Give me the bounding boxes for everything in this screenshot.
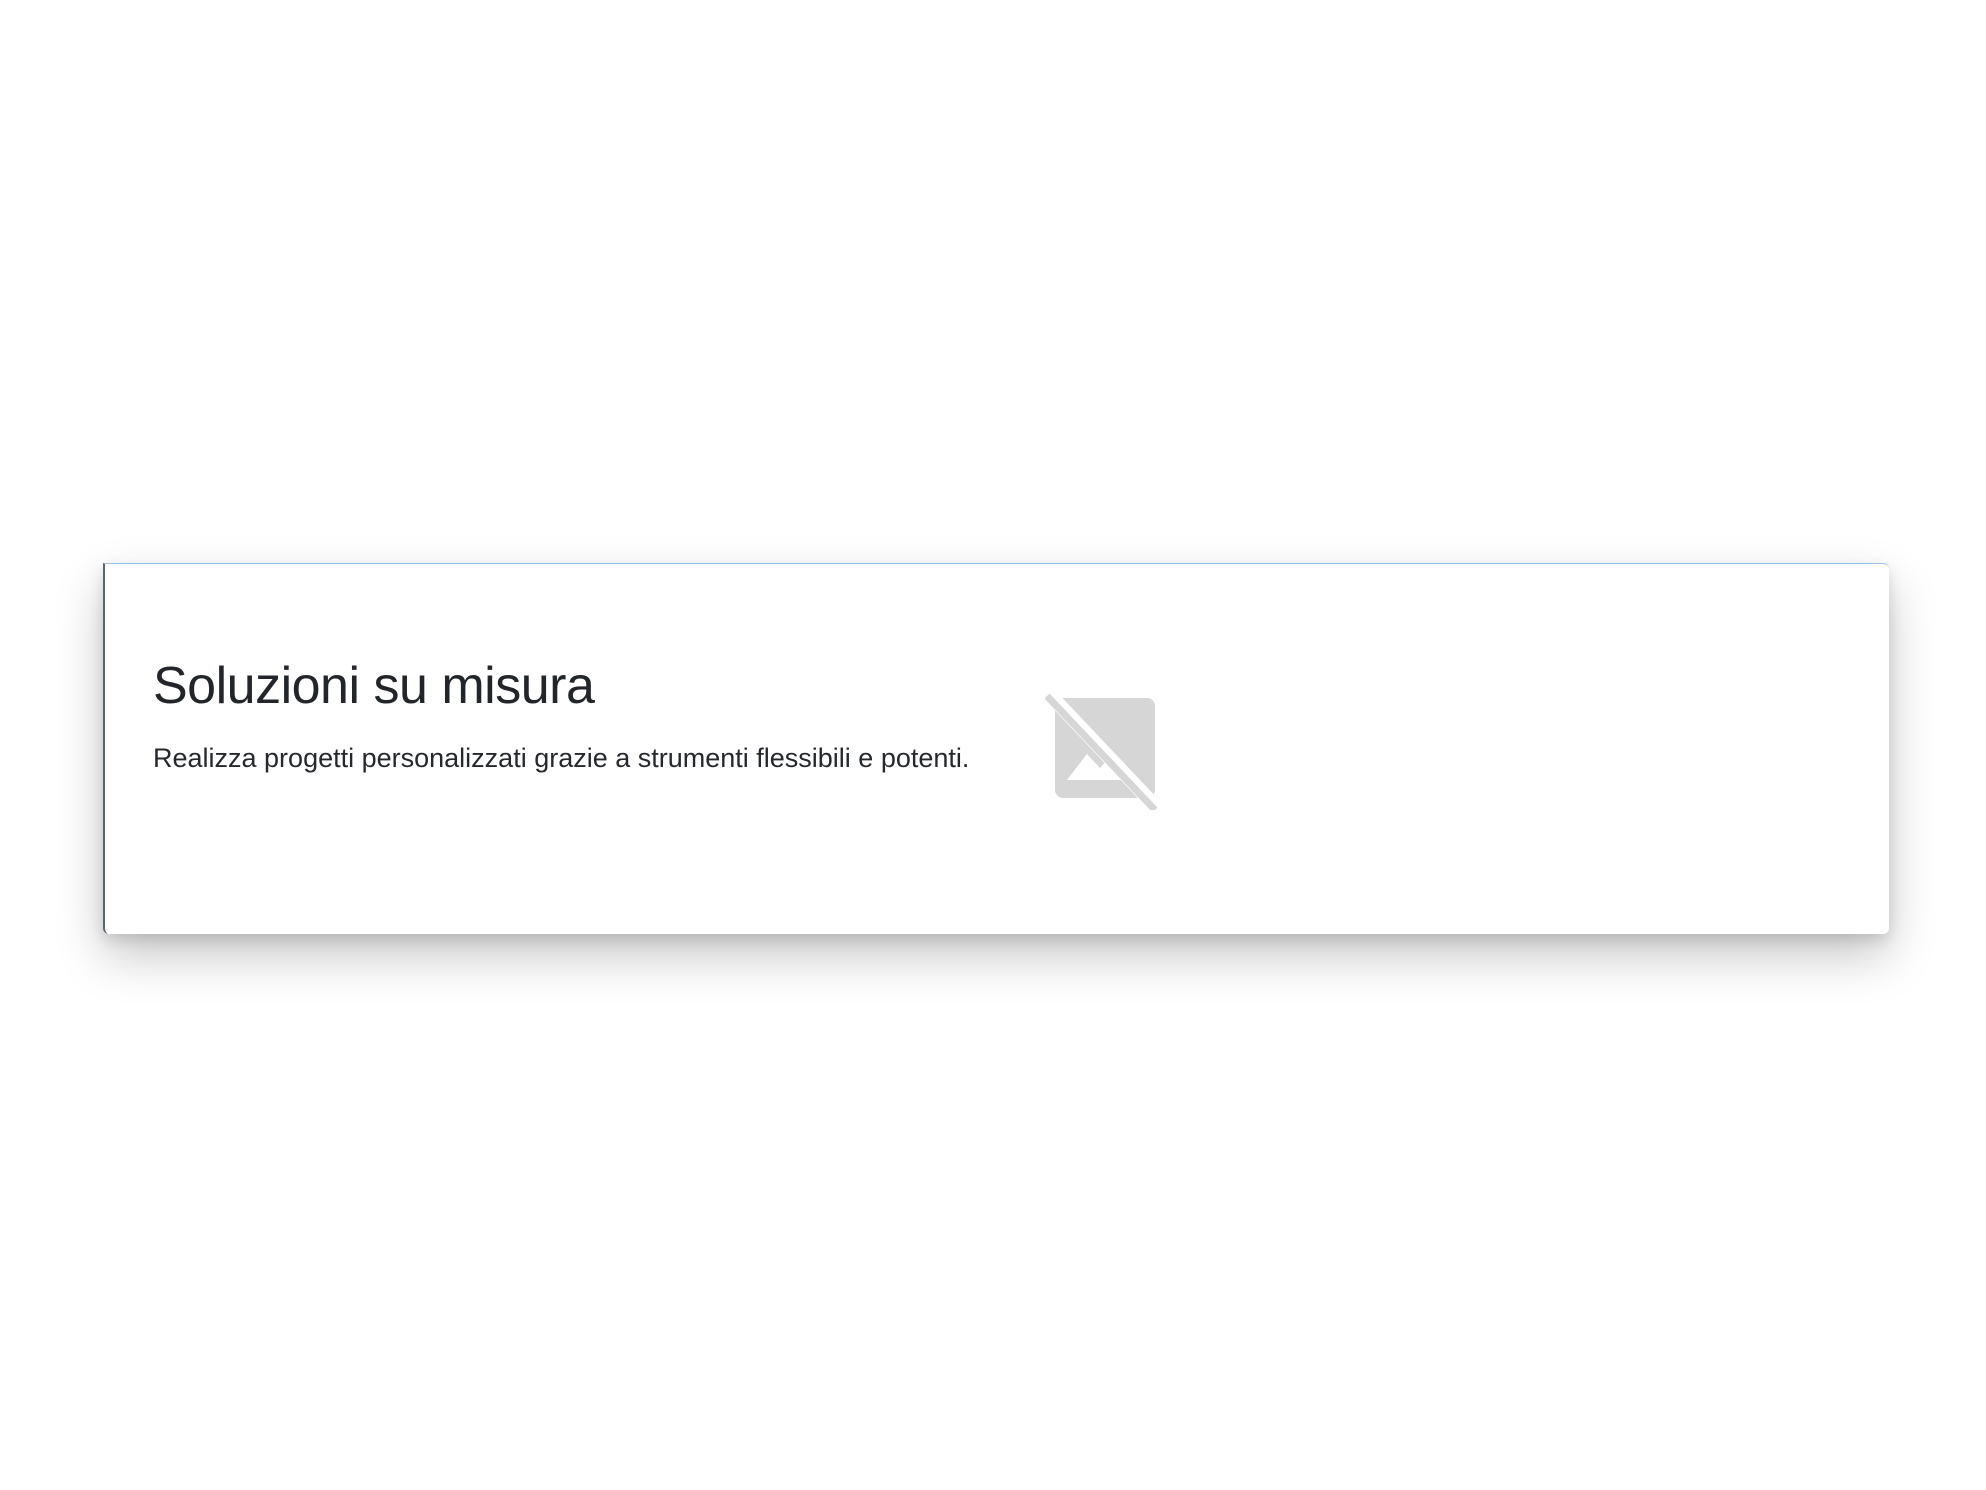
feature-card: Soluzioni su misura Realizza progetti pe… — [103, 563, 1889, 934]
card-description: Realizza progetti personalizzati grazie … — [153, 743, 970, 773]
card-title: Soluzioni su misura — [153, 657, 595, 715]
page-canvas: Soluzioni su misura Realizza progetti pe… — [0, 0, 1986, 1490]
card-text-block: Soluzioni su misura Realizza progetti pe… — [153, 656, 1003, 781]
broken-image-icon — [1045, 692, 1163, 810]
